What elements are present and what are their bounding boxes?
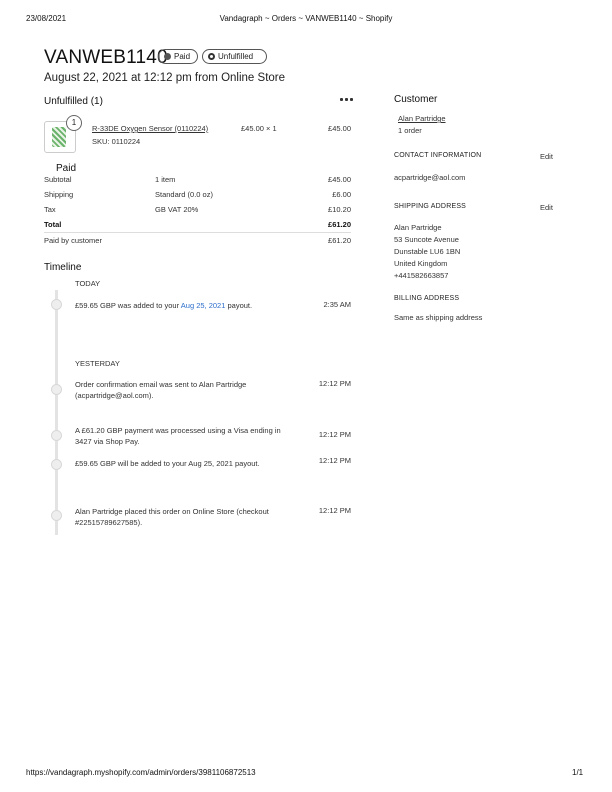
timeline-event-time: 2:35 AM [323,300,351,309]
tax-label: Tax [44,205,56,214]
shipping-address-line: United Kingdom [394,259,448,268]
subtotal-label: Subtotal [44,175,72,184]
timeline-event-dot [51,299,62,310]
paid-heading: Paid [56,163,77,174]
customer-order-count: 1 order [398,126,422,135]
customer-email[interactable]: acpartridge@aol.com [394,173,465,182]
print-page-number: 1/1 [572,768,584,777]
customer-name-link[interactable]: Alan Partridge [398,114,446,123]
payment-status-label: Paid [174,52,191,61]
shipping-address-line: Dunstable LU6 1BN [394,247,461,256]
total-label: Total [44,220,62,229]
shipping-address-line: 53 Suncote Avenue [394,235,459,244]
paid-by-customer-amount: £61.20 [328,236,351,245]
timeline-heading: Timeline [44,262,82,273]
more-actions-icon[interactable] [340,98,354,102]
quantity-badge: 1 [66,115,82,131]
order-title: VANWEB1140 [44,47,168,68]
tax-amount: £10.20 [328,205,351,214]
shipping-amount: £6.00 [332,190,351,199]
billing-address-text: Same as shipping address [394,313,483,322]
timeline-event-text: Order confirmation email was sent to Ala… [75,380,247,400]
edit-shipping-address-button[interactable]: Edit [540,203,553,212]
subtotal-amount: £45.00 [328,175,351,184]
unfulfilled-ring-icon [208,53,215,60]
fulfillment-status-badge: Unfulfilled [202,49,267,64]
timeline-event-text[interactable]: A £61.20 GBP payment was processed using… [75,425,285,447]
contact-information-label: CONTACT INFORMATION [394,152,482,159]
tax-detail: GB VAT 20% [155,205,199,214]
payment-divider [44,232,351,233]
timeline-event-dot [51,459,62,470]
payout-link[interactable]: Aug 25, 2021 [181,301,226,310]
timeline-event-text: £59.65 GBP was added to your Aug 25, 202… [75,301,253,310]
print-url: https://vandagraph.myshopify.com/admin/o… [26,768,256,777]
shipping-address-label: SHIPPING ADDRESS [394,203,467,210]
edit-contact-button[interactable]: Edit [540,152,553,161]
shipping-label: Shipping [44,190,74,199]
fulfillment-status-label: Unfulfilled [218,52,254,61]
customer-heading: Customer [394,94,438,105]
shipping-address-line: Alan Partridge [394,223,442,232]
payment-status-badge: Paid [158,49,198,64]
product-link[interactable]: R-33DE Oxygen Sensor (0110224) [92,124,208,133]
product-line-total: £45.00 [328,124,351,133]
product-sku: SKU: 0110224 [92,137,141,146]
unfulfilled-heading: Unfulfilled (1) [44,96,103,107]
timeline-event-time: 12:12 PM [318,456,351,465]
timeline-event-dot [51,430,62,441]
timeline-yesterday-label: YESTERDAY [75,359,120,368]
print-page-title: Vandagraph ~ Orders ~ VANWEB1140 ~ Shopi… [219,14,393,23]
shipping-phone: +441582663857 [394,271,449,280]
order-subtitle: August 22, 2021 at 12:12 pm from Online … [44,72,286,84]
timeline-event-dot [51,510,62,521]
timeline-today-label: TODAY [75,279,101,288]
total-amount: £61.20 [328,220,351,229]
timeline-track [55,290,58,535]
product-unit-price: £45.00 × 1 [241,124,277,133]
paid-by-customer-label: Paid by customer [44,236,102,245]
timeline-event-text: Alan Partridge placed this order on Onli… [75,507,269,527]
shipping-detail: Standard (0.0 oz) [155,190,213,199]
paid-dot-icon [164,53,171,60]
timeline-event-text: £59.65 GBP will be added to your Aug 25,… [75,459,260,468]
subtotal-detail: 1 item [155,175,176,184]
timeline-event-time: 12:12 PM [318,430,351,439]
timeline-event-time: 12:12 PM [318,379,351,388]
billing-address-label: BILLING ADDRESS [394,295,460,302]
timeline-event-dot [51,384,62,395]
timeline-event-time: 12:12 PM [318,506,351,515]
